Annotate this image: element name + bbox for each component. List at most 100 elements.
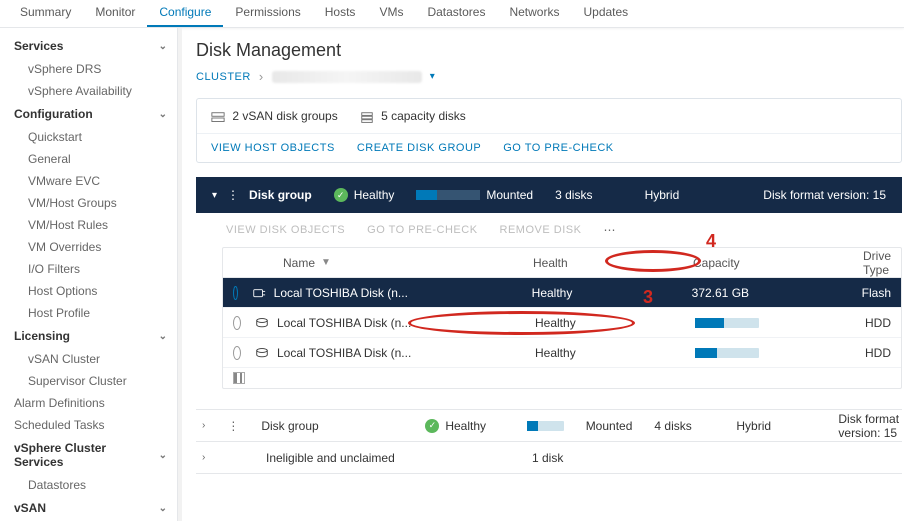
sidebar-item-vm-overrides[interactable]: VM Overrides <box>0 236 177 258</box>
sort-icon: ▼ <box>321 257 331 268</box>
row-radio[interactable] <box>233 316 241 330</box>
column-picker-icon[interactable] <box>233 372 245 384</box>
capacity-disks-text: 5 capacity disks <box>381 109 466 123</box>
sidebar-item-vsan-cluster[interactable]: vSAN Cluster <box>0 348 177 370</box>
page-title: Disk Management <box>196 40 902 61</box>
column-name-text: Name <box>283 256 315 270</box>
row-radio[interactable] <box>233 286 238 300</box>
flash-disk-icon <box>252 287 266 299</box>
disk-group-title: Disk group <box>249 188 312 202</box>
column-capacity[interactable]: Capacity <box>693 256 863 270</box>
tab-permissions[interactable]: Permissions <box>223 0 312 27</box>
cell-name: Local TOSHIBA Disk (n... <box>255 346 535 360</box>
table-footer <box>223 368 901 388</box>
sidebar-section-vsan[interactable]: vSAN⌄ <box>0 496 177 520</box>
column-name[interactable]: Name ▼ <box>253 256 533 270</box>
cell-drive-type: Flash <box>862 286 891 300</box>
top-tabs: SummaryMonitorConfigurePermissionsHostsV… <box>0 0 904 28</box>
table-row[interactable]: Local TOSHIBA Disk (n... Healthy HDD <box>223 338 901 368</box>
expand-arrow-icon[interactable]: › <box>202 420 205 431</box>
summary-row[interactable]: ›⋮Disk group✓HealthyMounted4 disksHybrid… <box>196 410 902 442</box>
go-to-pre-check-button[interactable]: GO TO PRE-CHECK <box>367 224 477 236</box>
sidebar-item-host-profile[interactable]: Host Profile <box>0 302 177 324</box>
mount-label: Mounted <box>586 419 633 433</box>
breadcrumb: CLUSTER › ▾ <box>196 69 902 84</box>
summary-card: 2 vSAN disk groups 5 capacity disks VIEW… <box>196 98 902 163</box>
summary-title: Disk group <box>261 419 403 433</box>
sidebar-section-vsphere-cluster-services[interactable]: vSphere Cluster Services⌄ <box>0 436 177 474</box>
disk-name: Local TOSHIBA Disk (n... <box>277 346 411 360</box>
column-drive-type[interactable]: Drive Type <box>863 249 891 277</box>
chevron-down-icon: ⌄ <box>159 331 167 342</box>
tab-configure[interactable]: Configure <box>147 0 223 27</box>
raid-type: Hybrid <box>736 419 816 433</box>
cell-drive-type: HDD <box>865 346 891 360</box>
sidebar-item-vsphere-drs[interactable]: vSphere DRS <box>0 58 177 80</box>
sidebar-section-licensing[interactable]: Licensing⌄ <box>0 324 177 348</box>
disks-table: Name ▼ Health Capacity Drive Type Local … <box>222 247 902 389</box>
chevron-down-icon: ⌄ <box>159 503 167 514</box>
sidebar-item-vm-host-groups[interactable]: VM/Host Groups <box>0 192 177 214</box>
sidebar-item-vsphere-availability[interactable]: vSphere Availability <box>0 80 177 102</box>
capacity-disks-count: 5 capacity disks <box>360 109 466 123</box>
tab-hosts[interactable]: Hosts <box>313 0 368 27</box>
disks-count: 4 disks <box>654 419 714 433</box>
sidebar-section-configuration[interactable]: Configuration⌄ <box>0 102 177 126</box>
sidebar-item-vmware-evc[interactable]: VMware EVC <box>0 170 177 192</box>
sidebar-item-datastores[interactable]: Datastores <box>0 474 177 496</box>
row-menu-icon[interactable]: ⋮ <box>227 188 239 202</box>
sidebar-item-vm-host-rules[interactable]: VM/Host Rules <box>0 214 177 236</box>
sidebar-section-services[interactable]: Services⌄ <box>0 34 177 58</box>
collapse-arrow-icon[interactable]: ▾ <box>212 190 217 201</box>
hdd-disk-icon <box>255 317 269 329</box>
tab-datastores[interactable]: Datastores <box>415 0 497 27</box>
view-host-objects-link[interactable]: VIEW HOST OBJECTS <box>211 142 335 154</box>
cell-health: Healthy <box>535 346 695 360</box>
sidebar-item-general[interactable]: General <box>0 148 177 170</box>
summary-rows: ›⋮Disk group✓HealthyMounted4 disksHybrid… <box>196 409 902 474</box>
view-disk-objects-button[interactable]: VIEW DISK OBJECTS <box>226 224 345 236</box>
main-panel: Disk Management CLUSTER › ▾ 2 vSAN disk … <box>182 28 904 521</box>
sidebar-item-alarm-definitions[interactable]: Alarm Definitions <box>0 392 177 414</box>
cell-drive-type: HDD <box>865 316 891 330</box>
tab-updates[interactable]: Updates <box>571 0 640 27</box>
sidebar-item-quickstart[interactable]: Quickstart <box>0 126 177 148</box>
disk-name: Local TOSHIBA Disk (n... <box>277 316 411 330</box>
column-health[interactable]: Health <box>533 256 693 270</box>
card-actions: VIEW HOST OBJECTS CREATE DISK GROUP GO TO … <box>197 134 901 162</box>
expand-arrow-icon[interactable]: › <box>202 452 216 463</box>
format-version: Disk format version: 15 <box>838 412 904 440</box>
sidebar-item-supervisor-cluster[interactable]: Supervisor Cluster <box>0 370 177 392</box>
cell-name: Local TOSHIBA Disk (n... <box>255 316 535 330</box>
disk-name: Local TOSHIBA Disk (n... <box>274 286 408 300</box>
go-to-pre-check-link[interactable]: GO TO PRE-CHECK <box>503 142 613 154</box>
mount-status: Mounted <box>416 188 533 202</box>
remove-disk-button[interactable]: REMOVE DISK <box>500 224 582 236</box>
sidebar-item-host-options[interactable]: Host Options <box>0 280 177 302</box>
sidebar-item-i-o-filters[interactable]: I/O Filters <box>0 258 177 280</box>
more-actions-icon[interactable]: ⋯ <box>603 223 615 237</box>
table-row[interactable]: Local TOSHIBA Disk (n...Healthy372.61 GB… <box>223 278 901 308</box>
create-disk-group-link[interactable]: CREATE DISK GROUP <box>357 142 481 154</box>
cell-capacity: 372.61 GB <box>692 286 862 300</box>
breadcrumb-current-redacted[interactable] <box>272 71 422 83</box>
card-info-row: 2 vSAN disk groups 5 capacity disks <box>197 99 901 134</box>
check-circle-icon: ✓ <box>425 419 439 433</box>
capacity-bar <box>695 348 759 358</box>
sidebar-item-scheduled-tasks[interactable]: Scheduled Tasks <box>0 414 177 436</box>
tab-monitor[interactable]: Monitor <box>83 0 147 27</box>
tab-networks[interactable]: Networks <box>497 0 571 27</box>
disk-actions-row: VIEW DISK OBJECTS GO TO PRE-CHECK REMOVE D… <box>196 213 902 247</box>
raid-type: Hybrid <box>645 188 680 202</box>
summary-row[interactable]: ›Ineligible and unclaimed1 disk <box>196 442 902 474</box>
chevron-down-icon[interactable]: ▾ <box>430 71 436 82</box>
table-row[interactable]: Local TOSHIBA Disk (n...HealthyHDD <box>223 308 901 338</box>
usage-bar <box>416 190 480 200</box>
breadcrumb-root[interactable]: CLUSTER <box>196 71 251 83</box>
tab-vms[interactable]: VMs <box>367 0 415 27</box>
row-menu-icon[interactable]: ⋮ <box>227 419 239 433</box>
disk-groups-count-text: 2 vSAN disk groups <box>232 109 337 123</box>
tab-summary[interactable]: Summary <box>8 0 83 27</box>
chevron-down-icon: ⌄ <box>159 109 167 120</box>
row-radio[interactable] <box>233 346 241 360</box>
